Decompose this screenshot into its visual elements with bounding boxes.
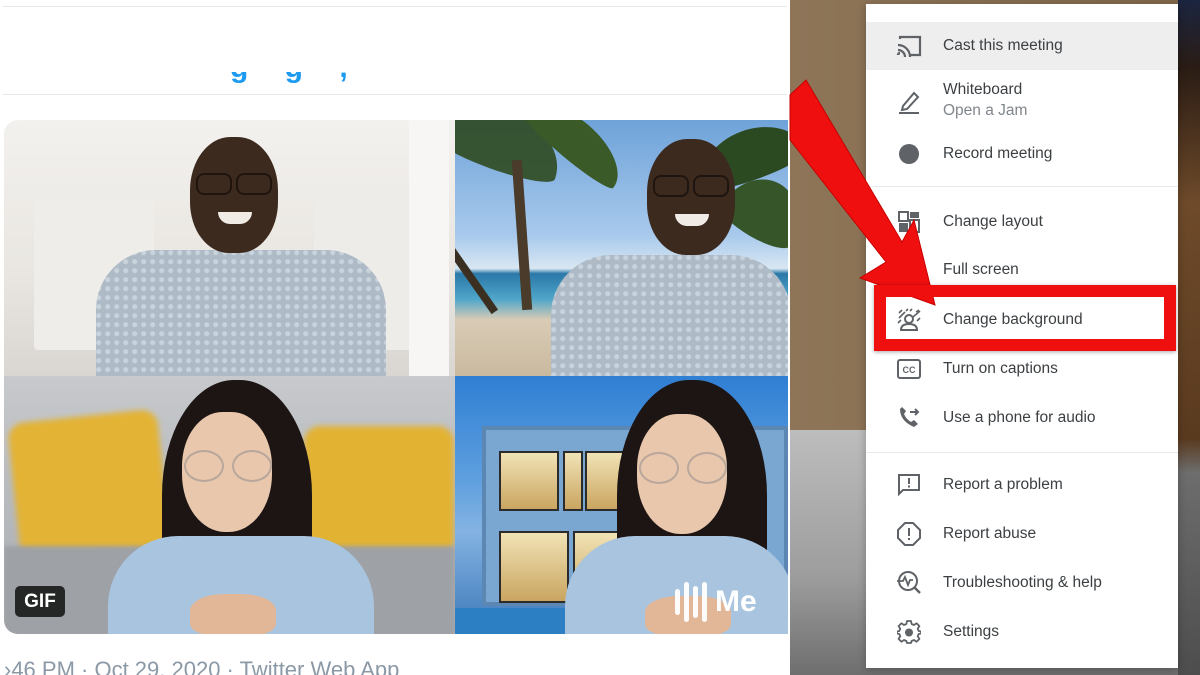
- person-glasses: [639, 452, 679, 484]
- fullscreen-icon: [896, 257, 922, 283]
- person-head: [190, 137, 278, 253]
- person-glasses: [236, 173, 272, 195]
- meet-watermark: Me: [675, 582, 757, 622]
- menu-item-use-phone-for-audio[interactable]: Use a phone for audio: [866, 394, 1178, 442]
- menu-item-turn-on-captions[interactable]: CC Turn on captions: [866, 345, 1178, 393]
- menu-item-settings[interactable]: Settings: [866, 608, 1178, 656]
- media-tile-man-plain-background: [4, 120, 455, 376]
- person-hands: [190, 594, 276, 634]
- menu-item-cast-this-meeting[interactable]: Cast this meeting: [866, 22, 1178, 70]
- phone-forward-icon: [896, 405, 922, 431]
- menu-item-report-abuse[interactable]: Report abuse: [866, 510, 1178, 558]
- palm-trunk: [511, 159, 533, 311]
- svg-text:CC: CC: [903, 365, 916, 375]
- tweet-media-gif[interactable]: GIF Me: [4, 120, 788, 634]
- person-glasses: [196, 173, 232, 195]
- person-body: [96, 250, 386, 376]
- menu-item-label: Change layout: [943, 213, 1043, 230]
- pencil-icon: [896, 88, 922, 114]
- menu-item-label: Use a phone for audio: [943, 409, 1096, 426]
- menu-item-label: Record meeting: [943, 145, 1053, 162]
- person-glasses: [653, 175, 689, 197]
- yellow-cushion: [7, 408, 171, 564]
- meet-logo-icon: [675, 582, 707, 622]
- menu-item-label: Report a problem: [943, 476, 1063, 493]
- palm-trunk: [455, 235, 499, 315]
- person-head: [647, 139, 735, 255]
- menu-item-report-a-problem[interactable]: Report a problem: [866, 461, 1178, 509]
- captions-icon: CC: [896, 356, 922, 382]
- menu-divider: [866, 452, 1178, 453]
- divider: [3, 6, 787, 7]
- menu-item-troubleshooting-help[interactable]: Troubleshooting & help: [866, 559, 1178, 607]
- watermark-text: Me: [715, 585, 757, 618]
- house-window: [563, 451, 583, 511]
- cast-icon: [896, 33, 922, 59]
- menu-item-change-layout[interactable]: Change layout: [866, 198, 1178, 246]
- tweet-panel: g g ,: [0, 0, 788, 675]
- annotation-highlight-box: [874, 285, 1176, 351]
- menu-item-label: Full screen: [943, 261, 1019, 278]
- person-glasses: [693, 175, 729, 197]
- menu-item-sublabel: Open a Jam: [943, 102, 1028, 119]
- yellow-cushion: [304, 426, 454, 556]
- media-tile-man-beach-background: [455, 120, 788, 376]
- report-icon: [896, 521, 922, 547]
- video-edge: [1178, 0, 1200, 675]
- gear-icon: [896, 619, 922, 645]
- person-glasses: [184, 450, 224, 482]
- tweet-text: g g ,: [230, 72, 530, 96]
- menu-item-label: Report abuse: [943, 525, 1037, 542]
- media-tile-woman-house-background: Me: [455, 376, 788, 634]
- menu-item-label: Whiteboard: [943, 81, 1023, 98]
- feedback-icon: [896, 472, 922, 498]
- tweet-timestamp-source[interactable]: ›46 PM · Oct 29, 2020 · Twitter Web App: [4, 657, 604, 675]
- record-icon: [896, 141, 922, 167]
- divider: [3, 94, 787, 95]
- menu-item-label: Turn on captions: [943, 360, 1058, 377]
- menu-item-label: Settings: [943, 623, 1000, 640]
- house-window: [499, 451, 559, 511]
- troubleshoot-icon: [896, 570, 922, 596]
- media-tile-woman-couch-background: GIF: [4, 376, 455, 634]
- person-glasses: [232, 450, 272, 482]
- menu-item-record-meeting[interactable]: Record meeting: [866, 132, 1178, 176]
- person-body: [551, 255, 788, 376]
- menu-item-whiteboard[interactable]: Whiteboard Open a Jam: [866, 70, 1178, 132]
- gif-badge: GIF: [15, 586, 65, 617]
- layout-icon: [896, 209, 922, 235]
- house-window: [499, 531, 569, 603]
- person-glasses: [687, 452, 727, 484]
- menu-item-label: Cast this meeting: [943, 37, 1063, 54]
- menu-divider: [866, 186, 1178, 187]
- background-pillar: [409, 120, 449, 376]
- menu-item-label: Troubleshooting & help: [943, 574, 1102, 591]
